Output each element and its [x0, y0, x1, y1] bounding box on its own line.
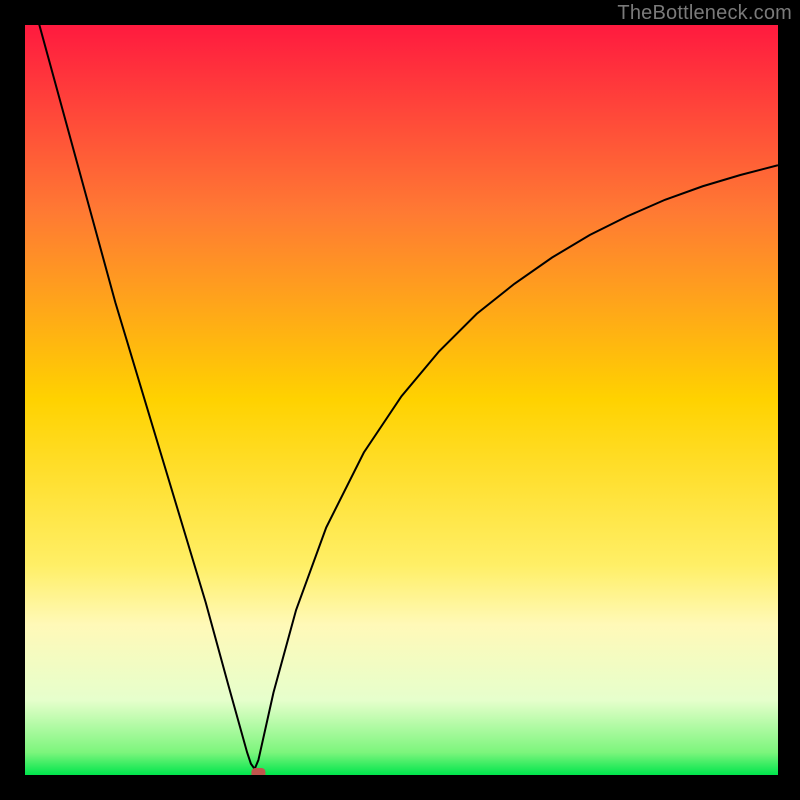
frame-left — [0, 0, 25, 800]
plot-background — [25, 25, 778, 775]
frame-right — [778, 0, 800, 800]
watermark-text: TheBottleneck.com — [617, 2, 792, 25]
bottleneck-chart — [0, 0, 800, 800]
frame-bottom — [0, 775, 800, 800]
chart-container: TheBottleneck.com — [0, 0, 800, 800]
